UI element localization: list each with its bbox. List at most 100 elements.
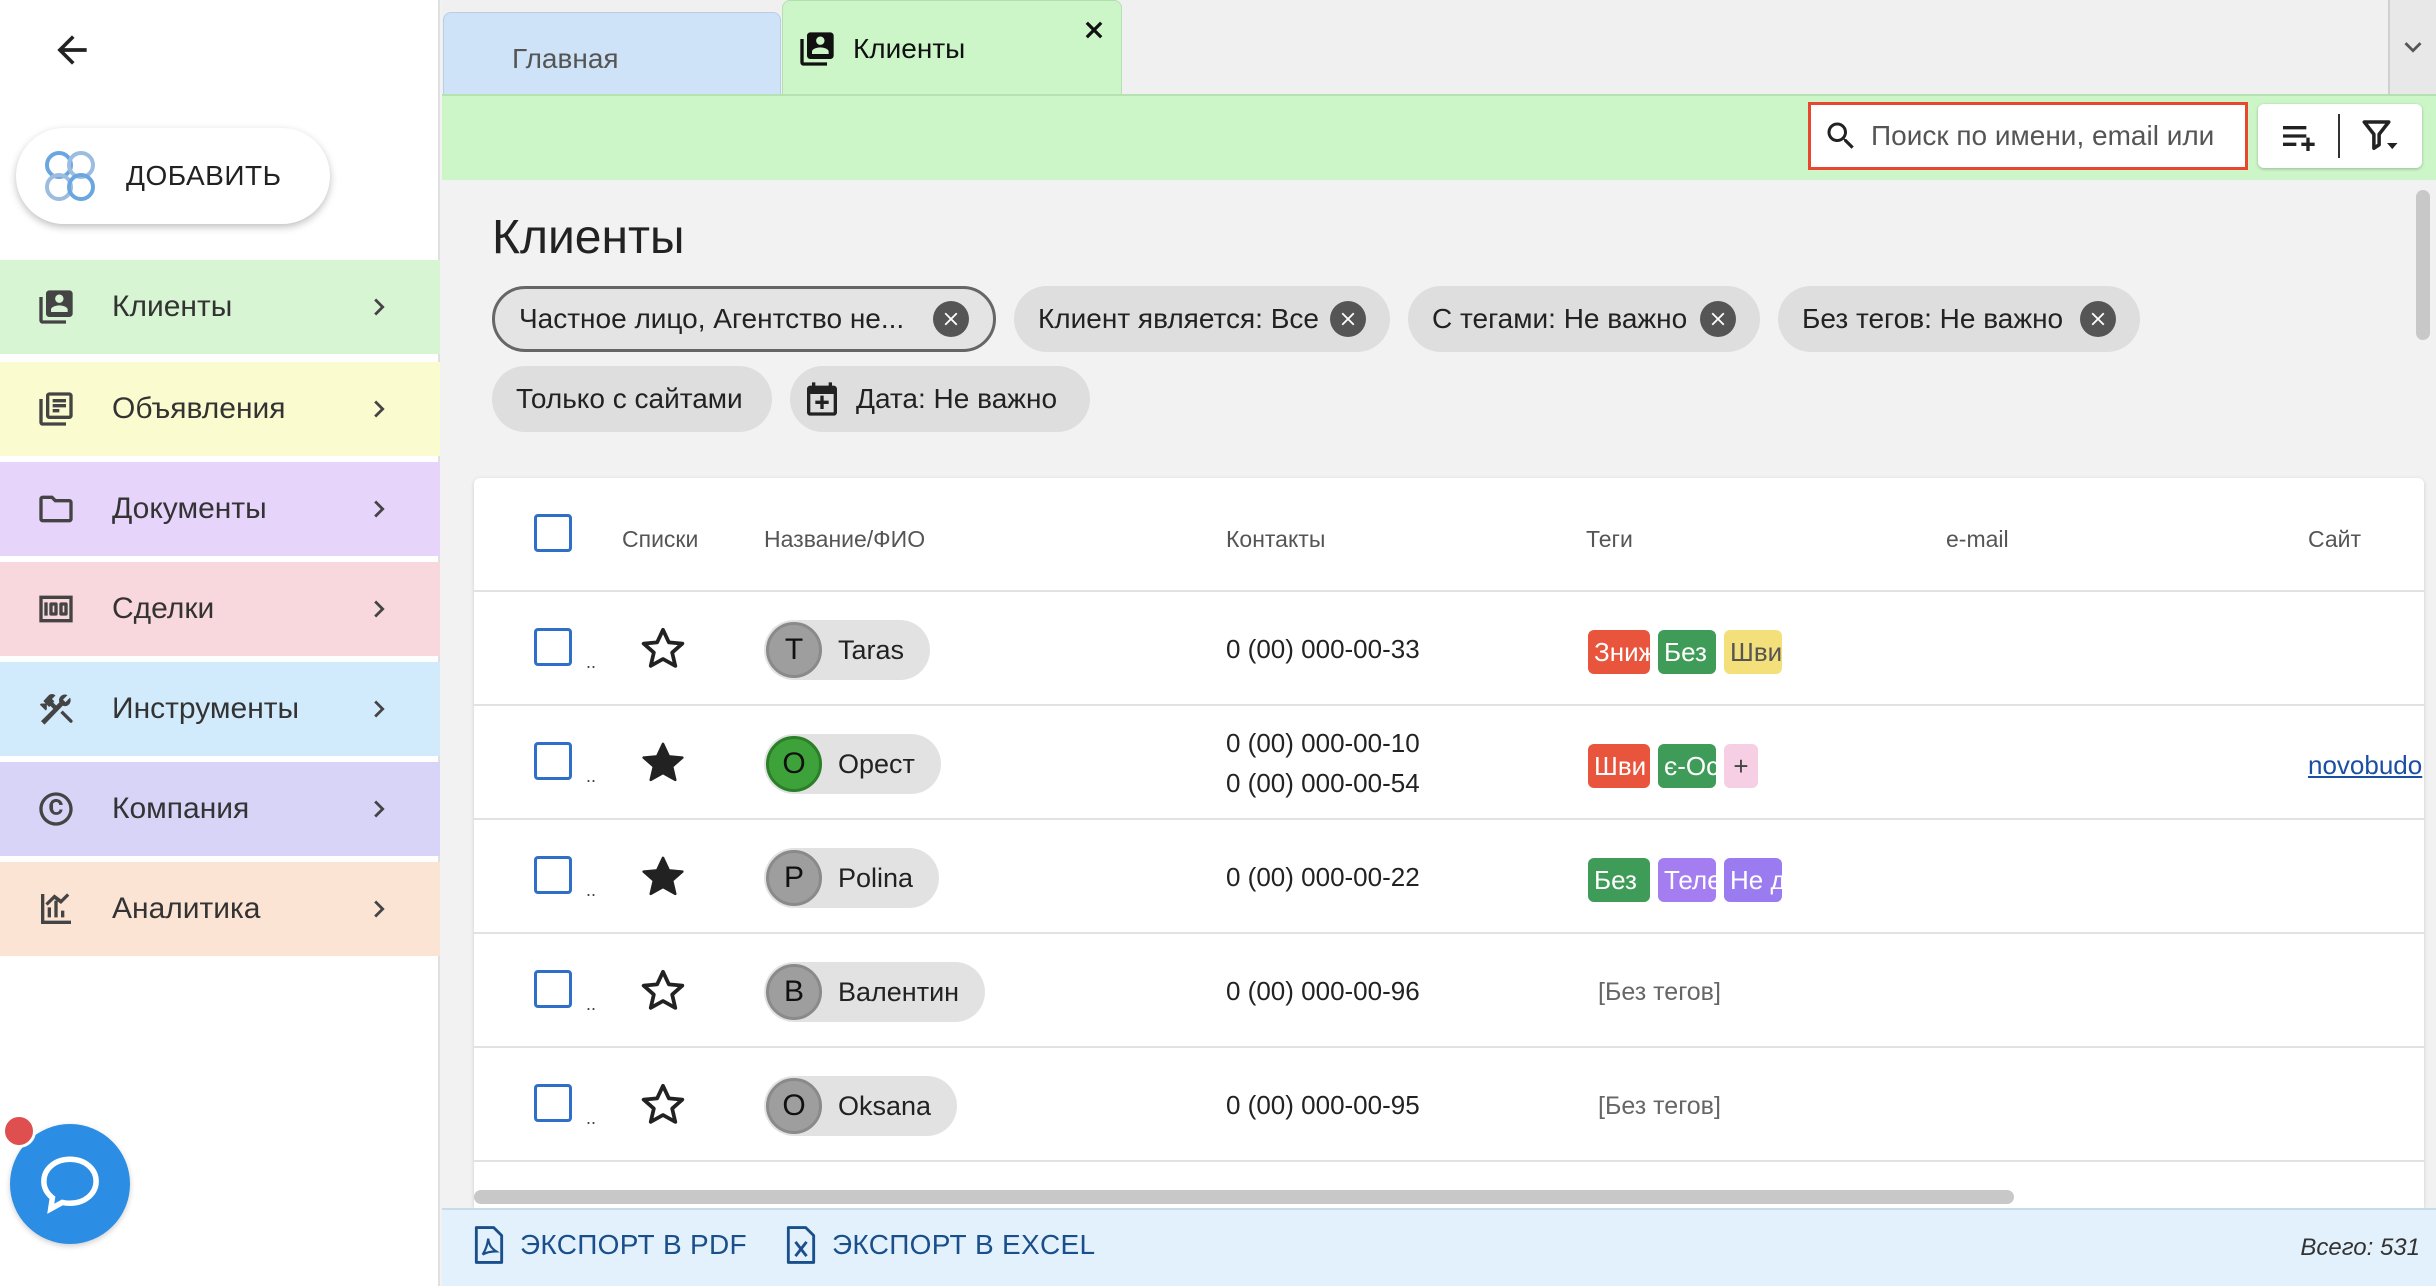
filter-chip-without-tags[interactable]: Без тегов: Не важно	[1778, 286, 2140, 352]
chip-remove-button[interactable]	[1330, 301, 1366, 337]
client-name-chip[interactable]: О Орест	[764, 734, 941, 794]
column-header-site[interactable]: Сайт	[2308, 526, 2361, 553]
chip-remove-button[interactable]	[2080, 301, 2116, 337]
pdf-file-icon	[474, 1226, 504, 1264]
folder-icon	[34, 487, 78, 531]
client-name: Polina	[838, 862, 914, 893]
sidebar-item-clients[interactable]: Клиенты	[0, 260, 440, 354]
tag-badge[interactable]: +	[1724, 744, 1758, 788]
chip-remove-button[interactable]	[933, 301, 969, 337]
row-checkbox[interactable]	[534, 1084, 572, 1122]
tab-close-button[interactable]	[1076, 12, 1112, 48]
column-header-email[interactable]: e-mail	[1946, 526, 2009, 553]
filter-chip-date[interactable]: Дата: Не важно	[790, 366, 1090, 432]
tag-badge[interactable]: Теле	[1658, 858, 1716, 902]
column-header-tags[interactable]: Теги	[1586, 526, 1633, 553]
sidebar-item-analytics[interactable]: Аналитика	[0, 862, 440, 956]
star-outline-icon[interactable]	[638, 624, 688, 674]
row-marker: ..	[586, 766, 597, 786]
client-name-chip[interactable]: T Taras	[764, 620, 931, 680]
tag-badge[interactable]: є-Ос	[1658, 744, 1716, 788]
avatar: O	[766, 1078, 822, 1134]
filter-chip-only-sites[interactable]: Только с сайтами	[492, 366, 772, 432]
table-row[interactable]: .. T Taras 0 (00) 000-00-33 Зниж Без Шви	[474, 590, 2424, 704]
sidebar-item-documents[interactable]: Документы	[0, 462, 440, 556]
filter-chip-with-tags[interactable]: С тегами: Не важно	[1408, 286, 1760, 352]
filter-menu-button[interactable]	[2340, 104, 2420, 168]
row-checkbox[interactable]	[534, 856, 572, 894]
filter-chip-label: Без тегов: Не важно	[1802, 303, 2064, 334]
sidebar-item-company[interactable]: Компания	[0, 762, 440, 856]
export-pdf-label: ЭКСПОРТ В PDF	[520, 1229, 747, 1260]
filter-chip-label: Частное лицо, Агентство не...	[519, 303, 905, 334]
avatar: О	[766, 736, 822, 792]
tab-home[interactable]: Главная	[443, 12, 781, 94]
filter-button-group	[2258, 104, 2422, 168]
back-button[interactable]	[44, 22, 100, 78]
tag-badge[interactable]: Зниж	[1588, 630, 1650, 674]
filter-chip-client-is[interactable]: Клиент является: Все	[1014, 286, 1390, 352]
client-name: Oksana	[838, 1090, 932, 1121]
sidebar-item-label: Сделки	[112, 592, 215, 625]
star-outline-icon[interactable]	[638, 966, 688, 1016]
filter-list-add-icon	[2283, 126, 2315, 151]
money-icon	[34, 587, 78, 631]
site-link[interactable]: novobudo	[2308, 750, 2422, 781]
star-filled-icon[interactable]	[638, 738, 688, 788]
tab-label: Главная	[512, 43, 619, 74]
filter-chip-client-type[interactable]: Частное лицо, Агентство не...	[492, 286, 996, 352]
sidebar: ДОБАВИТЬ Клиенты Объявления Документы Сд…	[0, 0, 440, 1286]
table-row[interactable]: .. O Oksana 0 (00) 000-00-95 [Без тегов]	[474, 1046, 2424, 1160]
table-row[interactable]: .. P Polina 0 (00) 000-00-22 Без Теле Не…	[474, 818, 2424, 932]
add-filter-button[interactable]	[2258, 104, 2338, 168]
vertical-scrollbar[interactable]	[2416, 190, 2430, 340]
sidebar-item-label: Компания	[112, 792, 250, 825]
row-checkbox[interactable]	[534, 970, 572, 1008]
sidebar-item-label: Документы	[112, 492, 267, 525]
chat-bubble-icon	[41, 1156, 99, 1214]
filter-icon	[2362, 120, 2398, 150]
add-button[interactable]: ДОБАВИТЬ	[16, 128, 330, 224]
sidebar-item-label: Аналитика	[112, 892, 261, 925]
contacts-icon	[34, 285, 78, 329]
sidebar-item-label: Инструменты	[112, 692, 300, 725]
tag-badge[interactable]: Шви	[1724, 630, 1782, 674]
column-header-lists[interactable]: Списки	[622, 526, 698, 553]
client-name-chip[interactable]: В Валентин	[764, 962, 986, 1022]
chevron-down-icon	[2404, 42, 2422, 53]
export-excel-button[interactable]: ЭКСПОРТ В EXCEL	[784, 1226, 1095, 1264]
search-box[interactable]	[1808, 102, 2248, 170]
table-row[interactable]: .. О Орест 0 (00) 000-00-10 0 (00) 000-0…	[474, 704, 2424, 818]
analytics-icon	[34, 887, 78, 931]
row-checkbox[interactable]	[534, 628, 572, 666]
row-checkbox[interactable]	[534, 742, 572, 780]
tag-badge[interactable]: Не д	[1724, 858, 1782, 902]
avatar: В	[766, 964, 822, 1020]
chip-remove-button[interactable]	[1700, 301, 1736, 337]
close-icon	[944, 312, 958, 326]
sidebar-item-listings[interactable]: Объявления	[0, 362, 440, 456]
star-filled-icon[interactable]	[638, 852, 688, 902]
copyright-icon	[34, 787, 78, 831]
export-pdf-button[interactable]: ЭКСПОРТ В PDF	[472, 1226, 747, 1264]
client-name-chip[interactable]: O Oksana	[764, 1076, 958, 1136]
search-input[interactable]	[1871, 120, 2241, 152]
tag-badge[interactable]: Шви	[1588, 744, 1650, 788]
client-name: Валентин	[838, 976, 960, 1007]
tab-clients[interactable]: Клиенты	[782, 0, 1122, 96]
sidebar-item-tools[interactable]: Инструменты	[0, 662, 440, 756]
star-outline-icon[interactable]	[638, 1080, 688, 1130]
column-header-name[interactable]: Название/ФИО	[764, 526, 925, 553]
column-header-contacts[interactable]: Контакты	[1226, 526, 1325, 553]
phone-number: 0 (00) 000-00-54	[1226, 768, 1420, 798]
tag-badge[interactable]: Без	[1588, 858, 1650, 902]
tab-label: Клиенты	[853, 33, 966, 64]
client-name-chip[interactable]: P Polina	[764, 848, 940, 908]
tabs-dropdown-button[interactable]	[2388, 0, 2436, 94]
sidebar-item-deals[interactable]: Сделки	[0, 562, 440, 656]
calendar-add-icon	[807, 382, 837, 416]
select-all-checkbox[interactable]	[534, 514, 572, 552]
table-row[interactable]: .. В Валентин 0 (00) 000-00-96 [Без тего…	[474, 932, 2424, 1046]
tag-badge[interactable]: Без	[1658, 630, 1716, 674]
horizontal-scrollbar[interactable]	[474, 1190, 2014, 1204]
